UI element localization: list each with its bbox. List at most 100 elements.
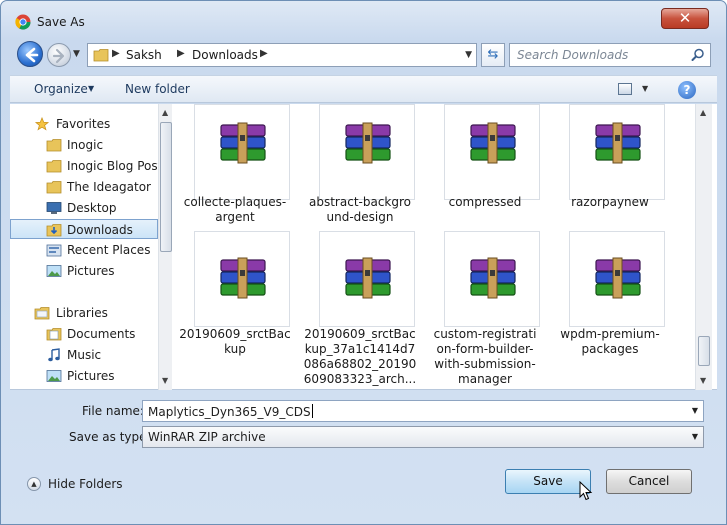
breadcrumb-separator[interactable]: ▶ [112, 48, 120, 59]
window-title: Save As [37, 15, 85, 29]
chevron-down-icon[interactable]: ▼ [692, 432, 698, 441]
file-name-value[interactable]: Maplytics_Dyn365_V9_CDS [148, 404, 313, 419]
save-as-type-label: Save as type: [69, 430, 151, 444]
scroll-down-arrow[interactable]: ▼ [162, 376, 168, 385]
sidebar-item-label: The Ideagator [67, 180, 151, 194]
documents-icon [46, 328, 62, 341]
file-item[interactable]: 20190609_srctBac kup_37a1c1414d7 086a68802… [298, 231, 422, 386]
scroll-up-arrow[interactable]: ▲ [700, 108, 706, 117]
cancel-button[interactable]: Cancel [606, 469, 692, 494]
forward-button[interactable] [47, 43, 71, 67]
file-list-scrollbar[interactable]: ▲ ▼ [695, 104, 712, 390]
chrome-icon [15, 14, 31, 30]
chevron-up-icon: ▲ [27, 477, 41, 491]
file-thumbnail [194, 231, 290, 327]
sidebar-item-label: Inogic Blog Posts [67, 159, 169, 173]
winrar-archive-icon [470, 257, 516, 299]
sidebar-item-recent-places[interactable]: Recent Places [10, 240, 158, 260]
folder-icon [46, 181, 62, 194]
close-button[interactable]: ✕ [661, 8, 709, 29]
recent-locations-dropdown[interactable]: ▼ [73, 49, 80, 59]
sidebar-item-documents[interactable]: Documents [10, 324, 158, 344]
file-name-label: razorpaynew [571, 195, 649, 209]
winrar-archive-icon [470, 122, 516, 164]
address-bar[interactable]: ▶ Saksh ▶ Downloads ▶ ▼ [87, 43, 477, 67]
file-thumbnail [444, 104, 540, 200]
sidebar-item-label: Desktop [67, 201, 117, 215]
breadcrumb-separator[interactable]: ▶ [260, 48, 268, 59]
sidebar-item-label: Pictures [67, 264, 115, 278]
file-name-field[interactable]: Maplytics_Dyn365_V9_CDS ▼ [142, 400, 704, 422]
mouse-cursor-icon [579, 481, 593, 501]
winrar-archive-icon [345, 257, 391, 299]
dialog-footer: ▲ Hide Folders Save Cancel [1, 463, 726, 503]
folder-icon [93, 49, 109, 62]
search-input[interactable]: Search Downloads [509, 43, 711, 67]
winrar-archive-icon [220, 122, 266, 164]
sidebar-item-downloads[interactable]: Downloads [10, 219, 158, 239]
file-item[interactable]: custom-registrati on-form-builder-with-su… [423, 231, 547, 386]
file-thumbnail [319, 231, 415, 327]
file-name-label: compressed [448, 195, 522, 209]
recent-places-icon [46, 244, 62, 257]
save-as-type-value: WinRAR ZIP archive [148, 430, 266, 444]
folder-icon [46, 139, 62, 152]
star-icon [34, 117, 50, 131]
breadcrumb-saksh[interactable]: Saksh [126, 48, 162, 62]
sidebar-item-inogic-blog-posts[interactable]: Inogic Blog Posts [10, 156, 169, 176]
file-item[interactable]: 20190609_srctBac kup [173, 231, 297, 381]
sidebar-item-music[interactable]: Music [10, 345, 158, 365]
winrar-archive-icon [595, 257, 641, 299]
file-name-label: collecte-plaques-argent [183, 195, 287, 224]
file-list-pane: collecte-plaques-argent abstract-backgro… [173, 104, 695, 390]
save-as-dialog: Save As ✕ ▼ ▶ Saksh ▶ Downloads ▶ ▼ ⇆ Se… [0, 0, 727, 525]
sidebar-item-label: Documents [67, 327, 136, 341]
sidebar-item-library-pictures[interactable]: Pictures [10, 366, 158, 386]
sidebar-item-pictures[interactable]: Pictures [10, 261, 158, 281]
breadcrumb-downloads[interactable]: Downloads [192, 48, 258, 62]
text-caret [311, 404, 313, 418]
chevron-down-icon: ▼ [88, 84, 95, 93]
scrollbar-thumb[interactable] [160, 122, 172, 252]
refresh-button[interactable]: ⇆ [481, 43, 505, 67]
save-as-type-select[interactable]: WinRAR ZIP archive ▼ [142, 426, 704, 448]
sidebar-item-label: Pictures [67, 369, 115, 383]
sidebar-item-label: Recent Places [67, 243, 151, 257]
file-thumbnail [569, 231, 665, 327]
sidebar-item-label: Downloads [67, 223, 133, 237]
file-item[interactable]: wpdm-premium-packages [548, 231, 672, 381]
chevron-down-icon[interactable]: ▼ [692, 406, 698, 415]
file-name-label: 20190609_srctBac kup_37a1c1414d7 086a68802… [303, 327, 417, 386]
new-folder-button[interactable]: New folder [125, 82, 190, 96]
change-view-icon[interactable] [618, 83, 632, 95]
search-icon[interactable] [691, 48, 705, 62]
file-thumbnail [569, 104, 665, 200]
file-name-label: 20190609_srctBac kup [179, 327, 291, 356]
navigation-bar: ▼ ▶ Saksh ▶ Downloads ▶ ▼ ⇆ Search Downl… [9, 41, 718, 69]
help-icon[interactable]: ? [678, 81, 696, 99]
navigation-scrollbar[interactable]: ▲ ▼ [158, 104, 172, 390]
scrollbar-thumb[interactable] [698, 336, 710, 366]
favorites-header[interactable]: Favorites [10, 114, 158, 134]
organize-button[interactable]: Organize [34, 82, 88, 96]
breadcrumb-separator[interactable]: ▶ [177, 48, 185, 59]
libraries-header[interactable]: Libraries [10, 303, 158, 323]
folder-icon [46, 160, 62, 173]
navigation-pane: Favorites Inogic Inogic Blog Posts The I… [10, 104, 172, 390]
sidebar-item-inogic[interactable]: Inogic [10, 135, 158, 155]
sidebar-item-the-ideagator[interactable]: The Ideagator [10, 177, 158, 197]
back-button[interactable] [17, 41, 43, 67]
winrar-archive-icon [345, 122, 391, 164]
libraries-label: Libraries [56, 306, 108, 320]
pictures-icon [46, 370, 62, 382]
desktop-icon [46, 202, 62, 214]
address-dropdown[interactable]: ▼ [465, 50, 472, 60]
sidebar-item-label: Inogic [67, 138, 104, 152]
view-options-dropdown[interactable]: ▼ [642, 84, 648, 93]
file-thumbnail [194, 104, 290, 200]
pictures-icon [46, 265, 62, 277]
sidebar-item-desktop[interactable]: Desktop [10, 198, 158, 218]
scroll-down-arrow[interactable]: ▼ [700, 376, 706, 385]
scroll-up-arrow[interactable]: ▲ [162, 108, 168, 117]
winrar-archive-icon [595, 122, 641, 164]
